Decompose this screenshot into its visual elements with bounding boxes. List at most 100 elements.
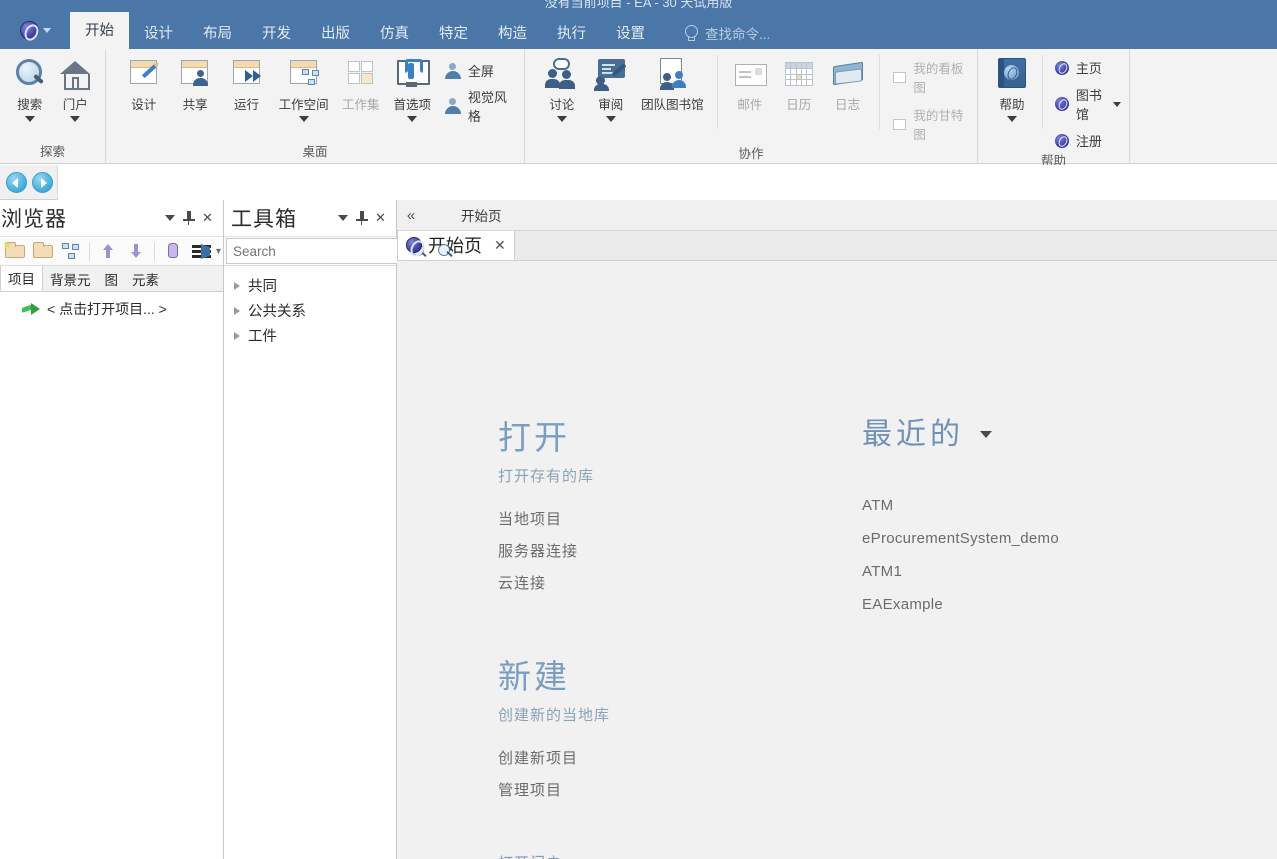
chevron-down-icon[interactable] [1113, 101, 1121, 107]
ribbon-button-visual-style[interactable]: 视觉风格 [444, 87, 516, 125]
tree-item-open-project[interactable]: < 点击打开项目... > [0, 298, 223, 320]
ribbon-tab-specialize[interactable]: 特定 [424, 16, 483, 49]
start-page-new-section: 新建 创建新的当地库 创建新项目 管理项目 打开门户 [498, 650, 629, 859]
ribbon-body: 搜索 门户 探索 设计 共享 运行 工作空间 工作集 首选项 全屏 视觉风格 桌… [0, 49, 1277, 168]
ribbon-button-search[interactable]: 搜索 [8, 55, 52, 122]
ribbon-button-discussion[interactable]: 讨论 [539, 55, 585, 122]
open-portal-row[interactable]: 打开门户 [498, 852, 629, 859]
forward-arrow-icon[interactable] [32, 171, 53, 193]
toolbox-item-common[interactable]: 共同 [224, 273, 396, 298]
ribbon-group-label: 桌面 [302, 145, 328, 159]
ribbon-tab-publish[interactable]: 出版 [306, 16, 365, 49]
close-icon[interactable]: ✕ [494, 237, 506, 254]
ribbon-button-preferences[interactable]: 首选项 [388, 55, 435, 122]
chevron-down-icon[interactable] [70, 116, 81, 122]
chevron-down-icon[interactable] [605, 116, 616, 122]
ribbon-button-help[interactable]: 帮助 [990, 55, 1034, 122]
browser-tab-context[interactable]: 背景元 [43, 266, 98, 291]
toolbox-item-public-relations[interactable]: 公共关系 [224, 298, 396, 323]
ribbon-link-library[interactable]: 图书馆 [1054, 85, 1121, 123]
start-page-recent-section: 最近的 ATM eProcurementSystem_demo ATM1 EAE… [862, 409, 1059, 613]
close-icon: ✕ [202, 210, 213, 225]
toolbox-item-artifact[interactable]: 工件 [224, 323, 396, 348]
chevron-down-icon[interactable] [407, 116, 418, 122]
back-arrow-icon[interactable] [6, 171, 27, 193]
new-link-manage-project[interactable]: 管理项目 [498, 779, 628, 800]
chevron-down-icon[interactable] [980, 431, 993, 438]
move-down-icon[interactable] [123, 239, 149, 263]
collapse-double-chevron-icon[interactable]: « [397, 207, 425, 224]
recent-item[interactable]: ATM [862, 497, 1059, 514]
ribbon-button-design[interactable]: 设计 [120, 55, 167, 113]
browser-tab-element[interactable]: 元素 [125, 266, 166, 291]
ribbon-tab-construct[interactable]: 构造 [483, 16, 542, 49]
ribbon-tab-execute[interactable]: 执行 [542, 16, 601, 49]
find-command-box[interactable]: 查找命令... [684, 16, 770, 49]
ribbon-tab-settings[interactable]: 设置 [601, 16, 660, 49]
chevron-down-icon[interactable] [1007, 116, 1018, 122]
open-link-local-project[interactable]: 当地项目 [498, 508, 594, 529]
recent-item[interactable]: ATM1 [862, 563, 1059, 580]
move-up-icon[interactable] [95, 239, 121, 263]
find-icon[interactable] [438, 243, 453, 259]
ribbon-button-share[interactable]: 共享 [171, 55, 218, 113]
browser-panel-pin-button[interactable] [179, 209, 198, 228]
browser-panel-close-button[interactable]: ✕ [198, 209, 217, 228]
chevron-down-icon[interactable] [298, 116, 309, 122]
app-menu-button[interactable] [0, 12, 70, 49]
toolbox-panel-menu-button[interactable] [333, 209, 352, 228]
review-icon [593, 57, 628, 91]
open-link-cloud-connection[interactable]: 云连接 [498, 572, 594, 593]
document-tab-start-page[interactable]: 开始页 ✕ [397, 231, 515, 260]
open-link-server-connection[interactable]: 服务器连接 [498, 540, 594, 561]
recent-item[interactable]: eProcurementSystem_demo [862, 530, 1059, 547]
chevron-right-icon [234, 306, 240, 315]
chevron-down-icon[interactable] [24, 116, 35, 122]
ribbon-tab-label: 执行 [557, 26, 586, 42]
new-link-create-project[interactable]: 创建新项目 [498, 747, 628, 768]
ribbon-tab-label: 设置 [616, 26, 645, 42]
ribbon-tab-design[interactable]: 设计 [129, 16, 188, 49]
ribbon-tab-simulate[interactable]: 仿真 [365, 16, 424, 49]
browser-tab-diagram[interactable]: 图 [98, 266, 126, 291]
chevron-down-icon[interactable] [556, 116, 567, 122]
model-view-icon[interactable] [58, 239, 84, 263]
ribbon-tab-layout[interactable]: 布局 [188, 16, 247, 49]
browser-tab-label: 项目 [8, 272, 35, 287]
open-package-icon[interactable] [30, 239, 56, 263]
browser-panel-menu-button[interactable] [160, 209, 179, 228]
recent-item[interactable]: EAExample [862, 596, 1059, 613]
toolbar-overflow-icon[interactable]: ▾ [216, 246, 221, 257]
gantt-checkbox-icon [893, 118, 907, 130]
ribbon-tab-start[interactable]: 开始 [70, 12, 129, 49]
browser-tab-label: 图 [104, 272, 119, 288]
worksets-icon [344, 57, 378, 91]
share-window-icon [178, 57, 212, 91]
toolbox-panel-close-button[interactable]: ✕ [371, 209, 390, 228]
ribbon-checkitem-my-gantt: 我的甘特图 [893, 105, 969, 143]
search-input[interactable] [231, 242, 412, 260]
toolbox-panel-title: 工具箱 [231, 208, 297, 231]
ribbon-button-workspace[interactable]: 工作空间 [274, 55, 333, 122]
ribbon-button-review[interactable]: 审阅 [588, 55, 634, 122]
browser-tab-project[interactable]: 项目 [0, 266, 43, 291]
new-section-title: 新建 [498, 658, 570, 695]
ribbon-button-fullscreen[interactable]: 全屏 [444, 61, 516, 80]
fullscreen-person-icon [444, 62, 462, 80]
ribbon-tabstrip: 开始 设计 布局 开发 出版 仿真 特定 构造 执行 设置 查找命令... [0, 12, 1277, 49]
ribbon-button-portal[interactable]: 门户 [54, 55, 98, 122]
journal-icon [831, 57, 865, 91]
ribbon-button-team-library[interactable]: 团队图书馆 [637, 55, 708, 113]
toolbox-panel-pin-button[interactable] [352, 209, 371, 228]
filter-icon[interactable] [188, 239, 214, 263]
toolbox-search-row [224, 236, 480, 266]
ribbon-button-run[interactable]: 运行 [223, 55, 270, 113]
new-package-icon[interactable] [2, 239, 28, 263]
select-icon[interactable] [160, 239, 186, 263]
address-field[interactable] [57, 164, 1277, 200]
ribbon-tab-develop[interactable]: 开发 [247, 16, 306, 49]
start-page-open-section: 打开 打开存有的库 当地项目 服务器连接 云连接 [498, 411, 594, 593]
ribbon-link-home[interactable]: 主页 [1054, 58, 1121, 77]
breadcrumb: 开始页 [461, 209, 502, 224]
ribbon-link-register[interactable]: 注册 [1054, 131, 1121, 150]
